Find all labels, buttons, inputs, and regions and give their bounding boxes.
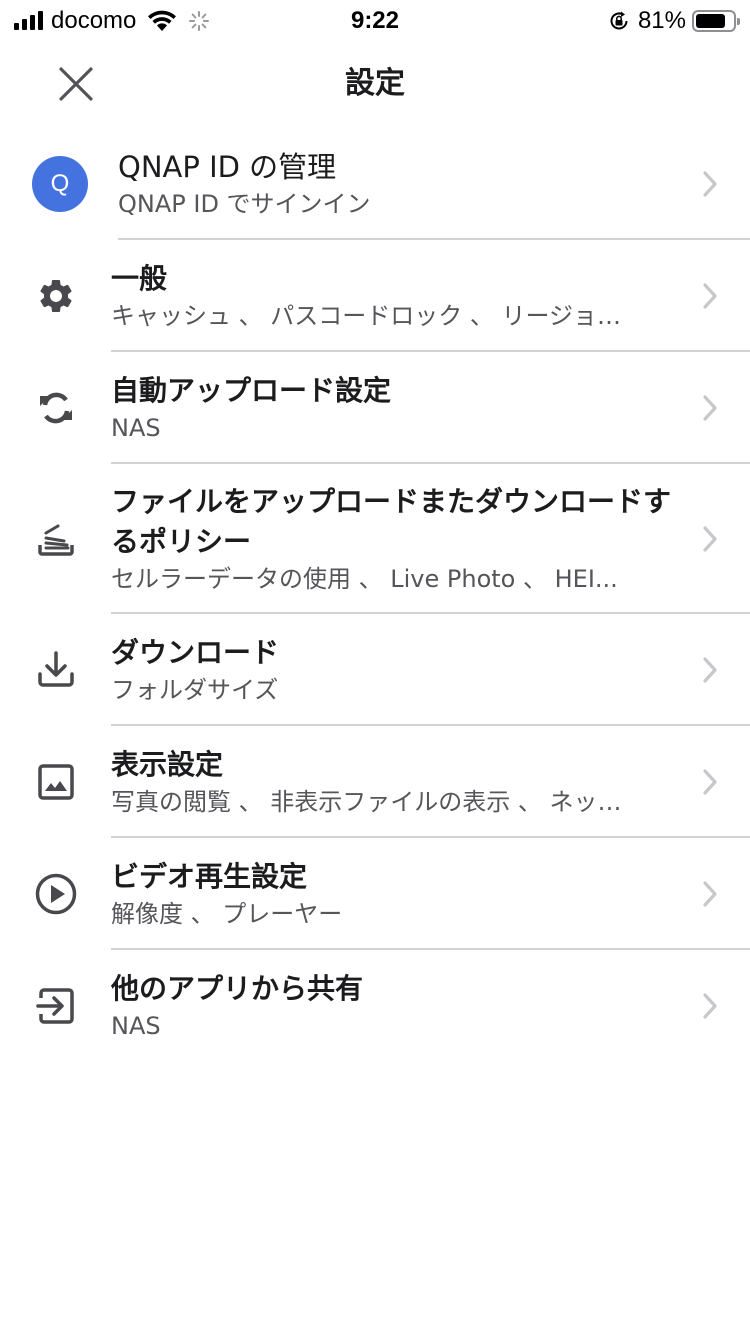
- settings-item-download[interactable]: ダウンロード フォルダサイズ: [0, 614, 750, 726]
- settings-item-subtitle: NAS: [111, 1012, 161, 1040]
- download-icon: [38, 651, 74, 687]
- settings-item-title: 表示設定: [111, 748, 224, 781]
- settings-item-title: 他のアプリから共有: [111, 972, 364, 1005]
- settings-item-subtitle: セルラーデータの使用 、 Live Photo 、 HEI...: [111, 565, 618, 593]
- status-bar: docomo 9:22 81%: [0, 0, 750, 40]
- chevron-right-icon: [703, 395, 717, 421]
- battery-percentage: 81%: [637, 7, 686, 34]
- settings-item-subtitle: QNAP ID でサインイン: [118, 190, 371, 218]
- navigation-bar: 設定: [0, 40, 750, 128]
- chevron-right-icon: [703, 881, 717, 907]
- settings-item-subtitle: 写真の閲覧 、 非表示ファイルの表示 、 ネッ…: [111, 788, 622, 816]
- avatar: Q: [32, 156, 88, 212]
- settings-item-general[interactable]: 一般 キャッシュ 、 パスコードロック 、 リージョ…: [0, 240, 750, 352]
- battery-level: [696, 14, 726, 28]
- import-icon: [36, 988, 74, 1024]
- battery-icon: [692, 10, 740, 32]
- settings-item-display[interactable]: 表示設定 写真の閲覧 、 非表示ファイルの表示 、 ネッ…: [0, 726, 750, 838]
- settings-item-subtitle: 解像度 、 プレーヤー: [111, 900, 343, 928]
- chevron-right-icon: [703, 769, 717, 795]
- settings-item-title: ファイルをアップロードまたダウンロードするポリシー: [111, 485, 672, 558]
- page-title: 設定: [345, 66, 405, 101]
- chevron-right-icon: [703, 993, 717, 1019]
- settings-item-title: QNAP ID の管理: [118, 150, 337, 184]
- stack-icon: [38, 524, 74, 556]
- settings-item-transfer-policy[interactable]: ファイルをアップロードまたダウンロードするポリシー セルラーデータの使用 、 L…: [0, 464, 750, 614]
- chevron-right-icon: [703, 526, 717, 552]
- settings-item-subtitle: NAS: [111, 414, 161, 442]
- settings-item-title: 自動アップロード設定: [111, 374, 392, 407]
- settings-list: Q QNAP ID の管理 QNAP ID でサインイン 一般 キャッシュ 、 …: [0, 128, 750, 1062]
- sync-icon: [40, 392, 72, 424]
- settings-item-title: 一般: [111, 262, 168, 295]
- settings-item-video[interactable]: ビデオ再生設定 解像度 、 プレーヤー: [0, 838, 750, 950]
- settings-item-title: ダウンロード: [111, 636, 280, 669]
- rotation-lock-icon: [610, 11, 628, 30]
- play-circle-icon: [35, 873, 77, 915]
- settings-item-auto-upload[interactable]: 自動アップロード設定 NAS: [0, 352, 750, 464]
- settings-item-subtitle: キャッシュ 、 パスコードロック 、 リージョ…: [111, 302, 622, 330]
- chevron-right-icon: [703, 283, 717, 309]
- gear-icon: [40, 280, 72, 312]
- settings-item-share[interactable]: 他のアプリから共有 NAS: [0, 950, 750, 1062]
- chevron-right-icon: [703, 171, 717, 197]
- chevron-right-icon: [703, 657, 717, 683]
- settings-item-title: ビデオ再生設定: [111, 860, 308, 893]
- settings-item-qnap-id[interactable]: Q QNAP ID の管理 QNAP ID でサインイン: [0, 128, 750, 240]
- settings-item-subtitle: フォルダサイズ: [111, 676, 279, 704]
- image-icon: [38, 764, 74, 800]
